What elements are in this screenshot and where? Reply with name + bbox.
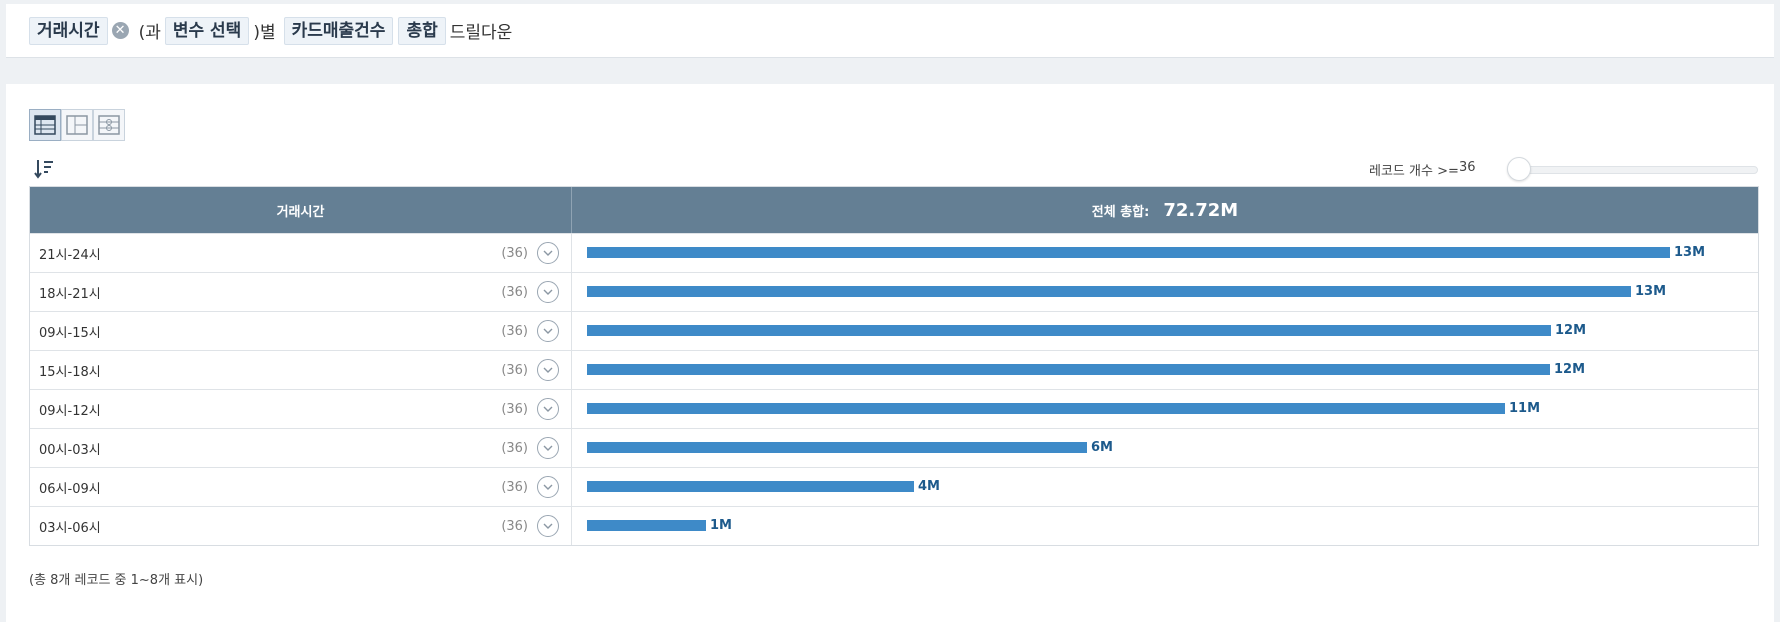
- row-bar-cell: 11M: [572, 390, 1758, 428]
- clear-icon[interactable]: ✕: [111, 22, 129, 39]
- value-bar: [587, 403, 1505, 414]
- table-row[interactable]: 03시-06시 (36) 1M: [30, 506, 1758, 545]
- expand-chevron-icon[interactable]: [537, 476, 559, 498]
- measure-chip[interactable]: 카드매출건수: [283, 16, 394, 45]
- value-bar: [587, 481, 914, 492]
- table-view-button[interactable]: [29, 109, 61, 141]
- record-count-slider-track[interactable]: [1511, 166, 1758, 174]
- row-bar-cell: 13M: [572, 273, 1758, 311]
- value-bar: [587, 247, 1670, 258]
- total-value: 72.72M: [1163, 199, 1239, 221]
- field-chip[interactable]: 거래시간: [29, 16, 108, 45]
- bar-value-label: 12M: [1555, 323, 1587, 338]
- bar-value-label: 1M: [710, 518, 732, 533]
- bar-value-label: 6M: [1091, 440, 1113, 455]
- row-bar-cell: 12M: [572, 351, 1758, 389]
- row-bar-cell: 6M: [572, 429, 1758, 467]
- table-row[interactable]: 18시-21시 (36) 13M: [30, 272, 1758, 311]
- row-count: (36): [501, 323, 528, 339]
- row-label: 06시-09시: [39, 481, 101, 497]
- row-count: (36): [501, 518, 528, 534]
- row-label: 03시-06시: [39, 520, 101, 536]
- total-label: 전체 총합:: [1091, 204, 1150, 220]
- expand-chevron-icon[interactable]: [537, 359, 559, 381]
- row-bar-cell: 12M: [572, 312, 1758, 350]
- table-header: 거래시간 전체 총합: 72.72M: [30, 187, 1758, 233]
- bar-value-label: 11M: [1509, 401, 1541, 416]
- drilldown-table: 거래시간 전체 총합: 72.72M 21시-24시 (36) 13M 18시-21시…: [29, 186, 1759, 546]
- value-bar: [587, 364, 1550, 375]
- row-label: 09시-15시: [39, 325, 101, 341]
- row-count: (36): [501, 362, 528, 378]
- row-dimension-cell: 03시-06시 (36): [30, 507, 572, 545]
- value-bar: [587, 442, 1087, 453]
- row-label: 09시-12시: [39, 403, 101, 419]
- bar-value-label: 12M: [1554, 362, 1586, 377]
- row-dimension-cell: 09시-12시 (36): [30, 390, 572, 428]
- connector-text: )별: [253, 23, 276, 43]
- dimension-header[interactable]: 거래시간: [30, 187, 572, 233]
- expand-chevron-icon[interactable]: [537, 320, 559, 342]
- row-bar-cell: 1M: [572, 507, 1758, 545]
- expand-chevron-icon[interactable]: [537, 515, 559, 537]
- row-label: 21시-24시: [39, 247, 101, 263]
- record-summary: (총 8개 레코드 중 1~8개 표시): [29, 573, 204, 588]
- table-row[interactable]: 06시-09시 (36) 4M: [30, 467, 1758, 506]
- variable-select-chip[interactable]: 변수 선택: [164, 16, 250, 45]
- connector-text: (과: [138, 23, 161, 43]
- query-bar: 거래시간 ✕ (과 변수 선택 )별 카드매출건수 총합 드릴다운: [6, 4, 1774, 58]
- drilldown-label: 드릴다운: [449, 23, 513, 43]
- sort-icon[interactable]: [34, 158, 54, 180]
- table-row[interactable]: 09시-15시 (36) 12M: [30, 311, 1758, 350]
- value-bar: [587, 325, 1551, 336]
- record-count-slider-handle[interactable]: [1507, 157, 1531, 181]
- row-dimension-cell: 06시-09시 (36): [30, 468, 572, 506]
- row-dimension-cell: 09시-15시 (36): [30, 312, 572, 350]
- expand-chevron-icon[interactable]: [537, 398, 559, 420]
- row-count: (36): [501, 401, 528, 417]
- row-count: (36): [501, 440, 528, 456]
- aggregation-chip[interactable]: 총합: [398, 16, 446, 45]
- group-view-icon: [98, 115, 120, 135]
- row-dimension-cell: 18시-21시 (36): [30, 273, 572, 311]
- record-count-value: 36: [1459, 160, 1476, 175]
- row-label: 15시-18시: [39, 364, 101, 380]
- bar-value-label: 4M: [918, 479, 940, 494]
- expand-chevron-icon[interactable]: [537, 437, 559, 459]
- value-bar: [587, 286, 1631, 297]
- table-row[interactable]: 00시-03시 (36) 6M: [30, 428, 1758, 467]
- group-view-button[interactable]: [93, 109, 125, 141]
- table-view-icon: [34, 115, 56, 135]
- expand-chevron-icon[interactable]: [537, 242, 559, 264]
- row-count: (36): [501, 284, 528, 300]
- pivot-view-icon: [66, 115, 88, 135]
- table-row[interactable]: 09시-12시 (36) 11M: [30, 389, 1758, 428]
- row-label: 18시-21시: [39, 286, 101, 302]
- bar-value-label: 13M: [1635, 284, 1667, 299]
- total-header: 전체 총합: 72.72M: [572, 187, 1758, 233]
- row-bar-cell: 13M: [572, 234, 1758, 272]
- pivot-view-button[interactable]: [61, 109, 93, 141]
- row-dimension-cell: 21시-24시 (36): [30, 234, 572, 272]
- result-panel: 레코드 개수 >= 36 거래시간 전체 총합: 72.72M 21시-24시 (…: [6, 84, 1774, 622]
- expand-chevron-icon[interactable]: [537, 281, 559, 303]
- row-dimension-cell: 15시-18시 (36): [30, 351, 572, 389]
- value-bar: [587, 520, 706, 531]
- table-row[interactable]: 21시-24시 (36) 13M: [30, 233, 1758, 272]
- row-bar-cell: 4M: [572, 468, 1758, 506]
- row-count: (36): [501, 479, 528, 495]
- table-row[interactable]: 15시-18시 (36) 12M: [30, 350, 1758, 389]
- table-body: 21시-24시 (36) 13M 18시-21시 (36) 13M 09시-15시 (36) 1…: [30, 233, 1758, 545]
- record-count-label: 레코드 개수 >=: [1369, 164, 1459, 179]
- row-label: 00시-03시: [39, 442, 101, 458]
- view-toggle-group: [29, 109, 125, 141]
- row-count: (36): [501, 245, 528, 261]
- bar-value-label: 13M: [1674, 245, 1706, 260]
- row-dimension-cell: 00시-03시 (36): [30, 429, 572, 467]
